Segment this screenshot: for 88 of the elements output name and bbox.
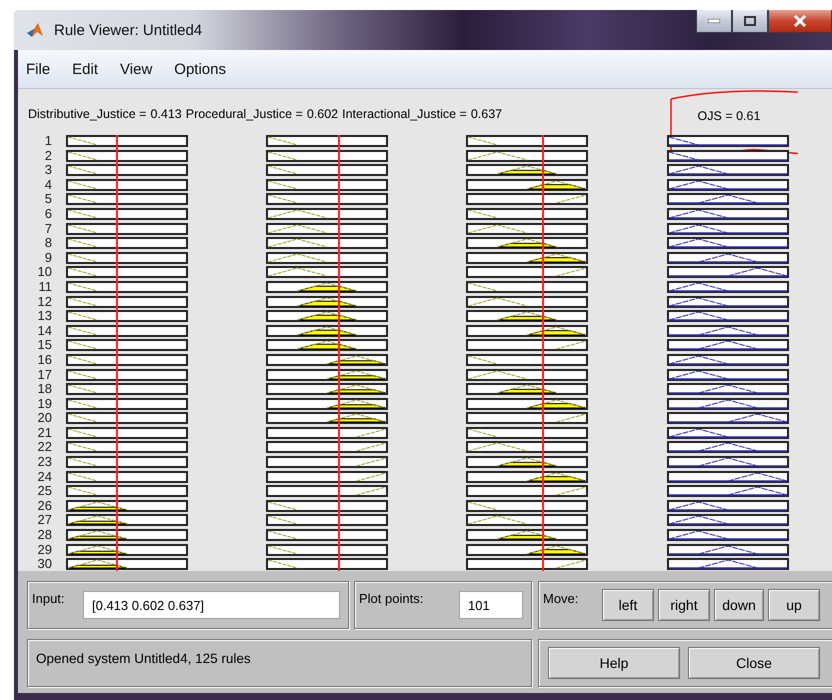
window-title: Rule Viewer: Untitled4 [54,22,202,38]
membership-fill [68,550,128,554]
input-variable-name: Procedural_Justice = [186,107,303,121]
maximize-button[interactable] [732,10,768,33]
rule-number: 7 [44,222,52,235]
rule-number: 18 [36,383,52,396]
membership-fill [68,536,128,540]
membership-fill [326,418,386,423]
input-variable-name: Interactional_Justice = [342,107,467,121]
rule-number: 20 [36,412,52,424]
rule-number: 12 [36,296,52,308]
input-field[interactable]: [0.413 0.602 0.637] [83,591,340,619]
rule-number: 29 [36,544,52,556]
rule-number: 3 [44,164,52,176]
membership-fill [297,329,357,336]
rule-number: 5 [44,193,52,206]
rule-number: 11 [38,280,52,293]
rule-number: 16 [36,354,52,366]
membership-fill [526,402,586,408]
membership-fill [297,314,357,321]
maximize-icon [744,16,756,26]
rule-number: 14 [36,324,52,337]
membership-fill [326,360,386,364]
menu-item[interactable]: View [110,60,164,78]
membership-fill [526,330,586,336]
membership-fill [497,316,557,321]
rule-number: 25 [36,485,52,498]
input-variable-value: 0.637 [470,107,502,121]
input-variable-value: 0.602 [306,107,338,121]
membership-fill [68,521,128,525]
membership-fill [497,388,557,394]
membership-fill [297,300,357,306]
membership-fill [526,184,586,190]
membership-fill [297,344,357,350]
rule-number: 23 [36,456,52,468]
rule-number: 17 [36,368,52,380]
output-variable-label: OJS = 0.61 [696,109,762,123]
move-label: Move: [543,591,578,606]
rule-number: 21 [36,426,52,439]
membership-fill [526,476,586,482]
minimize-icon [708,19,720,23]
app-logo-icon [26,21,44,39]
membership-fill [68,506,128,510]
rule-number: 26 [36,500,52,512]
input-variable-value: 0.413 [150,107,182,121]
rule-number: 24 [36,470,52,483]
input-label: Input: [32,591,65,606]
rule-number: 27 [36,514,52,526]
input-variable-name: Distributive_Justice = [28,107,146,121]
rule-number: 28 [36,529,52,542]
membership-fill [526,256,586,262]
status-message: Opened system Untitled4, 125 rules [36,651,251,666]
move-button[interactable]: left [602,589,654,621]
menu-item[interactable]: Options [164,60,238,78]
menu-item[interactable]: File [18,60,62,78]
rule-number: 19 [36,398,52,410]
membership-fill [526,548,586,554]
close-icon [793,15,807,27]
rule-number: 1 [44,135,52,147]
dialog-button[interactable]: Help [548,647,680,679]
rule-number: 13 [36,310,52,322]
rule-number: 22 [36,441,52,454]
membership-fill [326,404,386,408]
dialog-button[interactable]: Close [688,647,820,679]
membership-fill [68,564,128,569]
membership-fill [297,286,357,292]
move-button[interactable]: up [768,589,820,621]
rule-number: 6 [44,208,52,220]
rule-number: 30 [36,558,52,570]
rule-number: 9 [44,252,52,264]
move-button[interactable]: right [658,589,710,621]
rule-number: 10 [36,266,52,278]
membership-fill [497,243,557,248]
rule-number: 4 [44,178,52,191]
minimize-button[interactable] [696,10,732,33]
plot-points-field[interactable]: 101 [459,591,523,619]
rule-number: 8 [44,237,52,250]
menu-item[interactable]: Edit [62,60,110,78]
plot-points-label: Plot points: [359,591,424,606]
membership-fill [497,170,557,175]
rule-number: 2 [44,150,52,162]
membership-fill [326,374,386,379]
membership-fill [497,534,557,540]
close-button[interactable] [768,10,832,33]
move-button[interactable]: down [714,589,764,621]
rule-number: 15 [36,339,52,352]
membership-fill [326,389,386,394]
membership-fill [497,462,557,467]
